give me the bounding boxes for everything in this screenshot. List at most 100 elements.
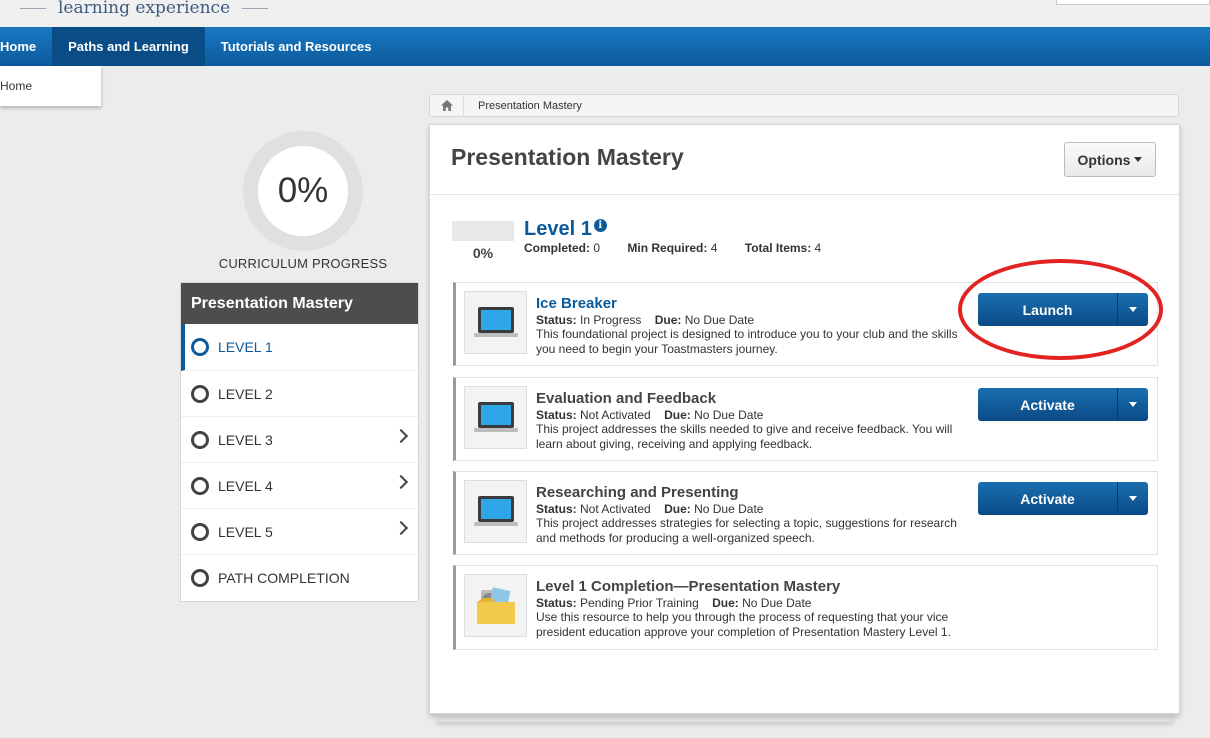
main-nav: Home Paths and Learning Tutorials and Re… (0, 27, 1210, 66)
status-value: Pending Prior Training (580, 596, 699, 610)
min-required-value: 4 (710, 241, 718, 255)
activate-dropdown-toggle[interactable] (1118, 482, 1148, 515)
project-status: Status: Pending Prior Training Due: No D… (536, 596, 811, 610)
project-item-evaluation-and-feedback: Evaluation and Feedback Status: Not Acti… (453, 377, 1158, 461)
status-label: Status: (536, 596, 577, 610)
project-status: Status: Not Activated Due: No Due Date (536, 502, 763, 516)
status-circle-icon (191, 522, 209, 541)
card-shadow (436, 716, 1174, 722)
activate-button[interactable]: Activate (978, 388, 1148, 421)
project-description: This project addresses the skills needed… (536, 422, 953, 451)
project-title: Evaluation and Feedback (536, 390, 717, 407)
page-title: Presentation Mastery (451, 144, 684, 170)
status-circle-icon (191, 569, 209, 587)
sidebar-title: Presentation Mastery (181, 283, 418, 324)
project-description: This foundational project is designed to… (536, 327, 958, 356)
status-value: In Progress (580, 313, 642, 327)
sidebar-item-label: LEVEL 5 (218, 523, 273, 540)
sidebar-item-label: PATH COMPLETION (218, 570, 350, 586)
due-value: No Due Date (694, 502, 764, 516)
status-value: Not Activated (580, 408, 651, 422)
caret-down-icon (1129, 496, 1137, 501)
project-title: Researching and Presenting (536, 484, 739, 501)
due-label: Due: (664, 408, 691, 422)
project-status: Status: Not Activated Due: No Due Date (536, 408, 763, 422)
curriculum-progress-value: 0% (277, 171, 329, 210)
chevron-right-icon[interactable] (393, 520, 409, 536)
status-circle-icon (191, 430, 209, 449)
top-header: learning experience (0, 0, 1210, 27)
sidebar-item-level-4[interactable]: LEVEL 4 (181, 463, 418, 509)
nav-tutorials-and-resources[interactable]: Tutorials and Resources (205, 27, 388, 66)
sidebar-item-path-completion[interactable]: PATH COMPLETION (181, 555, 418, 601)
level-title-text: Level 1 (524, 218, 592, 240)
activate-label: Activate (978, 482, 1118, 515)
project-item-researching-and-presenting: Researching and Presenting Status: Not A… (453, 471, 1158, 555)
project-title[interactable]: Ice Breaker (536, 295, 617, 312)
status-circle-icon (191, 338, 209, 356)
sidebar-item-label: LEVEL 4 (218, 477, 273, 494)
due-label: Due: (654, 313, 682, 327)
laptop-icon (464, 386, 527, 449)
activate-dropdown-toggle[interactable] (1118, 388, 1148, 421)
sidebar-item-label: LEVEL 2 (218, 385, 273, 402)
nav-dropdown-menu: Home (0, 66, 101, 106)
folder-icon (464, 574, 527, 637)
chevron-right-icon[interactable] (393, 428, 409, 444)
caret-down-icon (1134, 157, 1143, 162)
options-button[interactable]: Options (1064, 142, 1156, 177)
due-value: No Due Date (684, 313, 755, 327)
level-title: Level 1 i (524, 218, 607, 241)
sidebar-item-level-2[interactable]: LEVEL 2 (181, 371, 418, 417)
status-circle-icon (191, 476, 209, 495)
level-progress-bar (452, 221, 514, 241)
laptop-icon (464, 480, 527, 543)
brand-line-right (242, 7, 269, 9)
caret-down-icon (1129, 402, 1137, 407)
curriculum-progress-label: CURRICULUM PROGRESS (218, 256, 388, 271)
status-label: Status: (536, 502, 577, 516)
sidebar-item-label: LEVEL 3 (218, 431, 273, 448)
nav-home[interactable]: Home (0, 27, 52, 66)
completed-value: 0 (593, 241, 601, 255)
level-stats: Completed: 0 Min Required: 4 Total Items… (524, 241, 845, 255)
project-description: Use this resource to help you through th… (536, 610, 951, 639)
breadcrumb: Presentation Mastery (429, 94, 1179, 117)
activate-label: Activate (978, 388, 1118, 421)
project-description: This project addresses strategies for se… (536, 516, 957, 545)
launch-button[interactable]: Launch (978, 293, 1148, 326)
due-value: No Due Date (742, 596, 812, 610)
project-title: Level 1 Completion—Presentation Mastery (536, 578, 841, 595)
caret-down-icon (1129, 307, 1137, 312)
home-icon[interactable] (430, 95, 464, 116)
project-status: Status: In Progress Due: No Due Date (536, 313, 754, 327)
due-label: Due: (664, 502, 691, 516)
level-sidebar: Presentation Mastery LEVEL 1 LEVEL 2 LEV… (180, 282, 419, 602)
brand-logo[interactable]: learning experience (20, 0, 269, 18)
divider (430, 194, 1179, 195)
status-circle-icon (191, 384, 209, 403)
completed-label: Completed: (524, 241, 590, 255)
project-item-level-completion: Level 1 Completion—Presentation Mastery … (453, 565, 1158, 650)
launch-label: Launch (978, 293, 1118, 326)
status-value: Not Activated (580, 502, 651, 516)
activate-button[interactable]: Activate (978, 482, 1148, 515)
due-value: No Due Date (694, 408, 764, 422)
info-icon[interactable]: i (593, 219, 607, 232)
status-label: Status: (536, 313, 577, 327)
search-field[interactable] (1056, 0, 1210, 5)
breadcrumb-current: Presentation Mastery (478, 99, 582, 112)
dropdown-item-home[interactable]: Home (0, 79, 101, 93)
sidebar-item-label: LEVEL 1 (218, 339, 273, 355)
sidebar-item-level-3[interactable]: LEVEL 3 (181, 417, 418, 463)
total-items-label: Total Items: (744, 241, 812, 255)
min-required-label: Min Required: (627, 241, 708, 255)
options-label: Options (1077, 151, 1131, 168)
main-card: Presentation Mastery Options 0% Level 1 … (429, 124, 1180, 714)
sidebar-item-level-1[interactable]: LEVEL 1 (181, 324, 418, 371)
chevron-right-icon[interactable] (393, 474, 409, 490)
sidebar-item-level-5[interactable]: LEVEL 5 (181, 509, 418, 555)
launch-dropdown-toggle[interactable] (1118, 293, 1148, 326)
nav-paths-and-learning[interactable]: Paths and Learning (52, 27, 205, 66)
brand-line-left (20, 7, 46, 9)
